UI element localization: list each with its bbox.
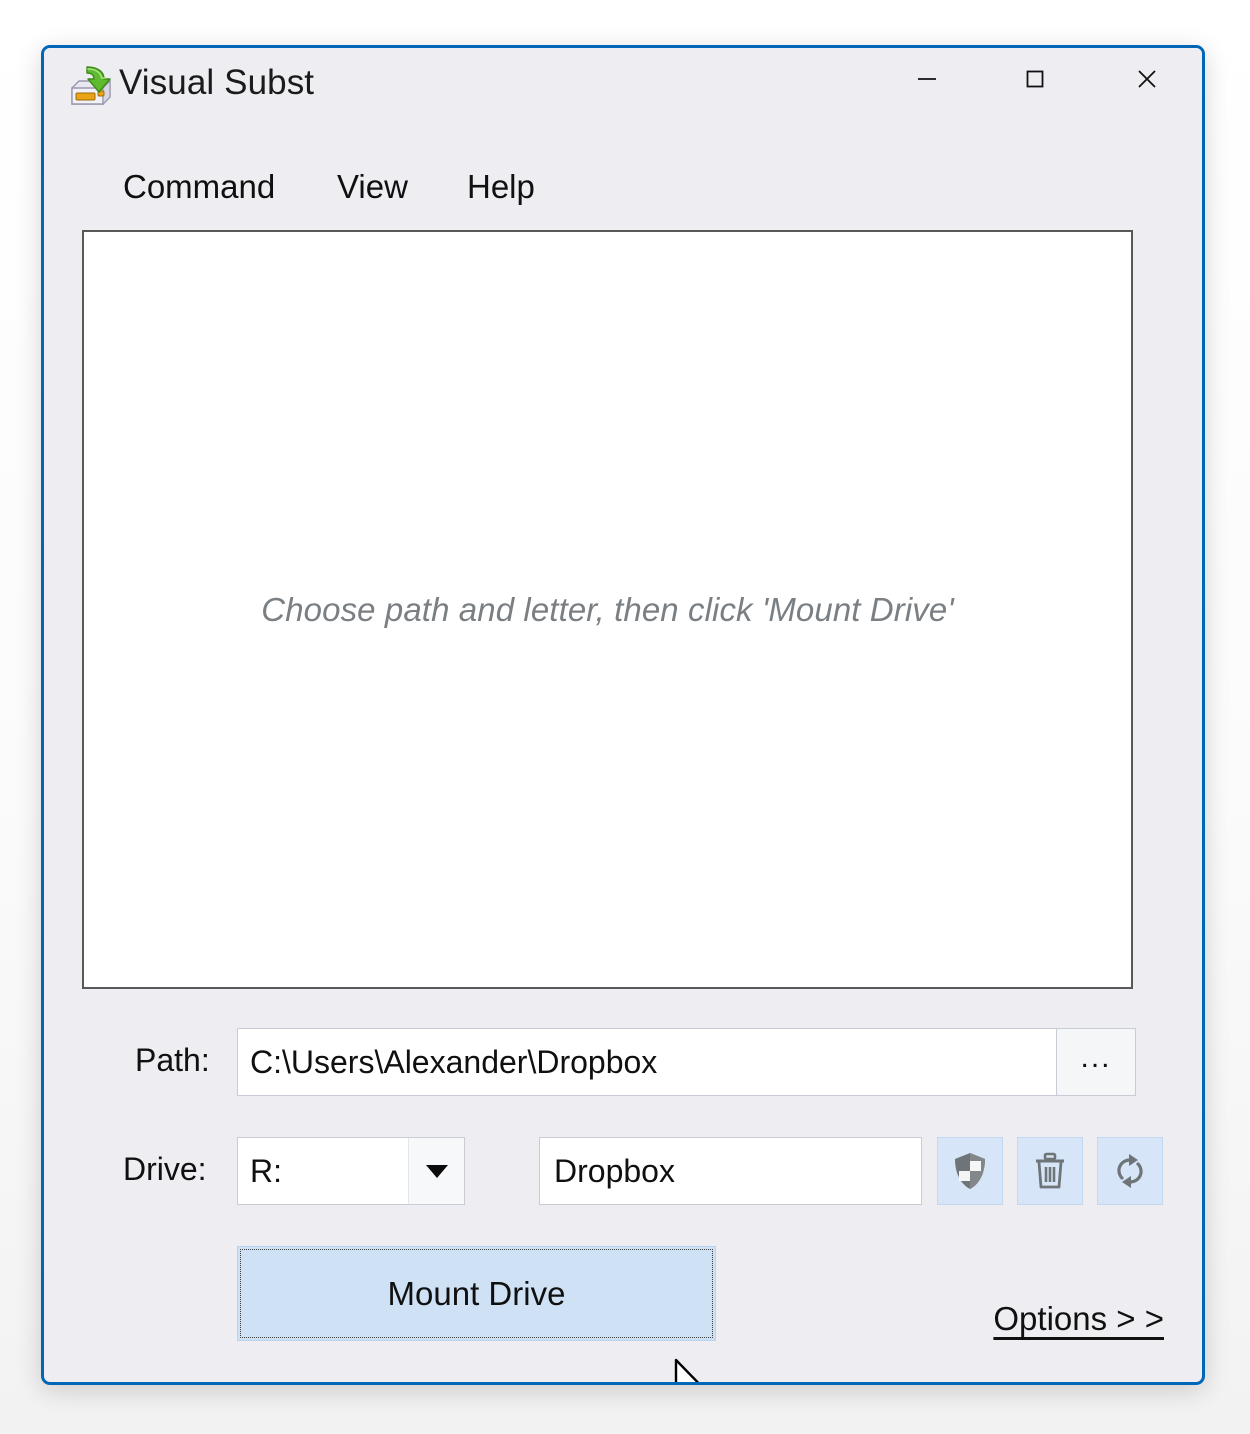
drive-letter-combobox[interactable]: R: — [237, 1137, 465, 1205]
close-icon — [1138, 70, 1156, 88]
path-row: Path: ... — [44, 1028, 1202, 1096]
refresh-icon — [1117, 1154, 1143, 1188]
minimize-icon — [918, 78, 936, 80]
minimize-button[interactable] — [888, 48, 966, 110]
refresh-drives-button[interactable] — [1097, 1137, 1163, 1205]
menu-item-command[interactable]: Command — [123, 168, 275, 206]
maximize-button[interactable] — [996, 48, 1074, 110]
drive-label: Drive: — [123, 1151, 207, 1187]
mouse-cursor — [674, 1358, 722, 1382]
drive-download-icon — [65, 61, 117, 113]
window-title: Visual Subst — [119, 63, 315, 102]
browse-path-button[interactable]: ... — [1056, 1029, 1135, 1095]
application-window: Visual Subst Command View Help Choose pa… — [41, 45, 1205, 1385]
trash-icon — [1036, 1152, 1064, 1189]
title-bar: Visual Subst — [44, 48, 1202, 130]
options-link[interactable]: Options > > — [993, 1300, 1164, 1338]
chevron-down-icon[interactable] — [408, 1138, 464, 1204]
maximize-icon — [1026, 70, 1044, 88]
mount-drive-button[interactable]: Mount Drive — [237, 1246, 716, 1341]
drive-letter-value: R: — [250, 1152, 282, 1189]
path-input-group: ... — [237, 1028, 1136, 1096]
menu-bar: Command View Help — [44, 168, 1202, 220]
close-button[interactable] — [1108, 48, 1186, 110]
menu-item-view[interactable]: View — [337, 168, 408, 206]
volume-label-input[interactable] — [539, 1137, 922, 1205]
drive-list-view[interactable]: Choose path and letter, then click 'Moun… — [82, 230, 1133, 989]
path-input[interactable] — [238, 1029, 1056, 1095]
drive-list-placeholder: Choose path and letter, then click 'Moun… — [261, 590, 954, 628]
delete-drive-button[interactable] — [1017, 1137, 1083, 1205]
run-as-admin-button[interactable] — [937, 1137, 1003, 1205]
drive-row: Drive: R: — [44, 1137, 1202, 1205]
shield-icon — [955, 1153, 985, 1189]
path-label: Path: — [135, 1042, 210, 1078]
menu-item-help[interactable]: Help — [467, 168, 535, 206]
